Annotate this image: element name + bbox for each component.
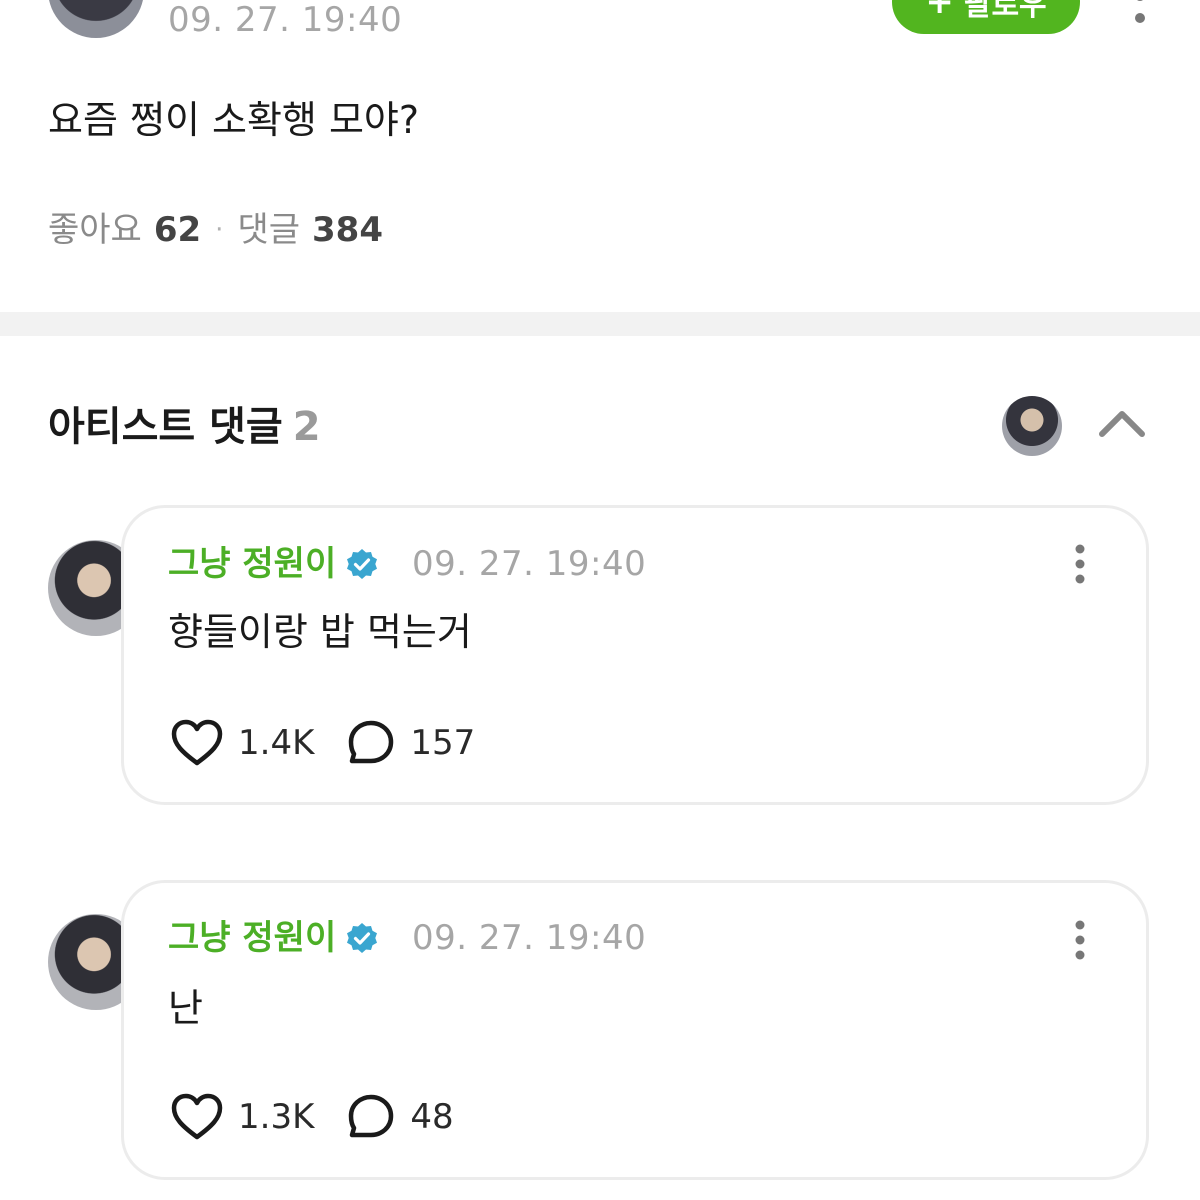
post-more-options-icon[interactable]: [1124, 0, 1156, 30]
reply-count: 157: [410, 723, 476, 763]
reply-count: 48: [410, 1097, 454, 1137]
follow-button[interactable]: + 팔로우: [892, 0, 1080, 34]
separator-dot: ·: [215, 215, 224, 245]
comment-author[interactable]: 그냥 정원이: [168, 542, 378, 586]
comment-author-name: 그냥 정원이: [168, 544, 337, 584]
post-timestamp: 09. 27. 19:40: [168, 0, 403, 40]
verified-badge-icon: [347, 923, 378, 953]
verified-badge-icon: [347, 549, 378, 579]
comment-more-options-icon[interactable]: [1068, 920, 1092, 960]
likes-count[interactable]: 62: [154, 208, 201, 252]
comment-timestamp: 09. 27. 19:40: [412, 918, 647, 958]
plus-icon: +: [925, 0, 954, 22]
heart-icon[interactable]: [170, 1092, 224, 1142]
comment-author-name: 그냥 정원이: [168, 918, 337, 958]
artist-avatar-small[interactable]: [1002, 396, 1062, 456]
section-divider: [0, 312, 1200, 336]
comment-actions: 1.3K 48: [170, 1092, 486, 1142]
artist-comments-count: 2: [292, 404, 321, 450]
like-count: 1.4K: [238, 723, 315, 763]
comment-timestamp: 09. 27. 19:40: [412, 544, 647, 584]
chevron-up-icon[interactable]: [1096, 404, 1148, 444]
comment-actions: 1.4K 157: [170, 718, 507, 768]
artist-comments-header: 아티스트 댓글 2: [48, 402, 321, 452]
follow-button-label: 팔로우: [963, 0, 1047, 23]
comment-more-options-icon[interactable]: [1068, 544, 1092, 584]
comments-count[interactable]: 384: [312, 208, 383, 252]
heart-icon[interactable]: [170, 718, 224, 768]
comment-bubble-icon[interactable]: [346, 718, 396, 768]
comment-author[interactable]: 그냥 정원이: [168, 916, 378, 960]
comment-bubble-icon[interactable]: [346, 1092, 396, 1142]
comment-text: 난: [168, 986, 203, 1030]
likes-label: 좋아요: [48, 210, 142, 250]
post-stats: 좋아요 62 · 댓글 384: [48, 208, 383, 252]
post-author-avatar[interactable]: [48, 0, 144, 38]
post-body-text: 요즘 쩡이 소확행 모야?: [48, 98, 420, 142]
comments-label: 댓글: [237, 210, 300, 250]
artist-comments-title: 아티스트 댓글: [48, 404, 283, 450]
like-count: 1.3K: [238, 1097, 315, 1137]
comment-text: 향들이랑 밥 먹는거: [168, 610, 472, 654]
